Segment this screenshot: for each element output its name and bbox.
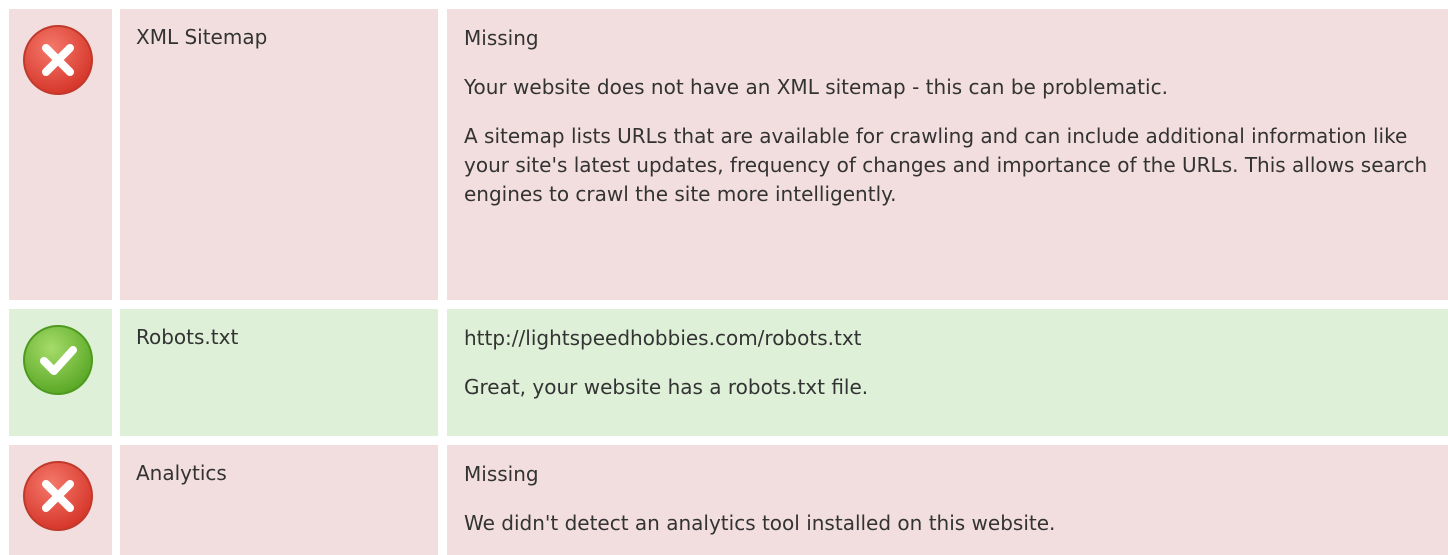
report-row-robots-txt: Robots.txt http://lightspeedhobbies.com/… xyxy=(0,309,1448,436)
row-label-cell: XML Sitemap xyxy=(120,9,438,300)
row-label-cell: Analytics xyxy=(120,445,438,555)
row-message: Great, your website has a robots.txt fil… xyxy=(464,375,869,399)
row-value: Missing xyxy=(464,26,539,50)
row-message: We didn't detect an analytics tool insta… xyxy=(464,511,1056,535)
report-row-xml-sitemap: XML Sitemap Missing Your website does no… xyxy=(0,9,1448,300)
row-label: XML Sitemap xyxy=(136,25,268,49)
row-label-cell: Robots.txt xyxy=(120,309,438,436)
row-value-cell: Missing We didn't detect an analytics to… xyxy=(447,445,1448,555)
success-check-icon xyxy=(20,322,96,398)
row-description: A sitemap lists URLs that are available … xyxy=(464,124,1428,206)
status-icon-cell xyxy=(9,445,112,555)
row-value-cell: Missing Your website does not have an XM… xyxy=(447,9,1448,300)
row-value-cell: http://lightspeedhobbies.com/robots.txt … xyxy=(447,309,1448,436)
report-row-analytics: Analytics Missing We didn't detect an an… xyxy=(0,445,1448,555)
row-label: Analytics xyxy=(136,461,227,485)
row-value: Missing xyxy=(464,462,539,486)
error-x-icon xyxy=(20,458,96,534)
status-icon-cell xyxy=(9,309,112,436)
robots-txt-link[interactable]: http://lightspeedhobbies.com/robots.txt xyxy=(464,324,1434,353)
status-icon-cell xyxy=(9,9,112,300)
row-label: Robots.txt xyxy=(136,325,239,349)
row-message: Your website does not have an XML sitema… xyxy=(464,75,1168,99)
seo-report-table: XML Sitemap Missing Your website does no… xyxy=(0,0,1448,555)
error-x-icon xyxy=(20,22,96,98)
